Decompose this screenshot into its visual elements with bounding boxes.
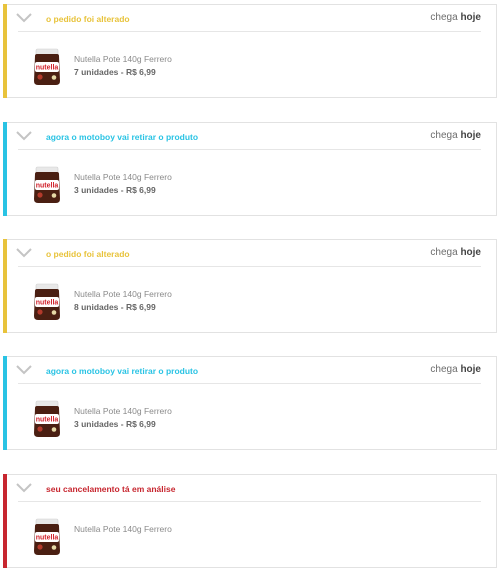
chevron-down-icon[interactable] — [16, 365, 32, 375]
nutella-jar-icon: nutella — [34, 48, 60, 85]
product-quantity-price: 3 unidades - R$ 6,99 — [74, 419, 156, 429]
order-status: agora o motoboy vai retirar o produto — [46, 132, 199, 142]
svg-text:nutella: nutella — [36, 417, 59, 424]
order-card[interactable]: o pedido foi alterado chega hoje nutella… — [3, 4, 497, 98]
divider — [18, 383, 481, 384]
order-list: o pedido foi alterado chega hoje nutella… — [0, 0, 500, 568]
nutella-jar-icon: nutella — [34, 518, 60, 555]
delivery-eta: chega hoje — [430, 12, 481, 23]
product-quantity-price: 3 unidades - R$ 6,99 — [74, 185, 156, 195]
eta-prefix: chega — [430, 247, 458, 258]
chevron-down-icon[interactable] — [16, 131, 32, 141]
divider — [18, 266, 481, 267]
product-name: Nutella Pote 140g Ferrero — [74, 172, 172, 182]
product-name: Nutella Pote 140g Ferrero — [74, 54, 172, 64]
status-color-bar — [3, 474, 7, 568]
eta-day: hoje — [460, 364, 481, 375]
chevron-down-icon[interactable] — [16, 248, 32, 258]
svg-text:nutella: nutella — [36, 183, 59, 190]
order-card[interactable]: seu cancelamento tá em análise nutella N… — [3, 474, 497, 568]
order-status: seu cancelamento tá em análise — [46, 484, 176, 494]
product-quantity-price: 8 unidades - R$ 6,99 — [74, 302, 156, 312]
divider — [18, 31, 481, 32]
chevron-down-icon[interactable] — [16, 13, 32, 23]
delivery-eta: chega hoje — [430, 130, 481, 141]
divider — [18, 149, 481, 150]
order-status: agora o motoboy vai retirar o produto — [46, 366, 199, 376]
chevron-down-icon[interactable] — [16, 483, 32, 493]
nutella-jar-icon: nutella — [34, 166, 60, 203]
eta-day: hoje — [460, 130, 481, 141]
delivery-eta: chega hoje — [430, 364, 481, 375]
product-name: Nutella Pote 140g Ferrero — [74, 406, 172, 416]
svg-text:nutella: nutella — [36, 65, 59, 72]
svg-text:nutella: nutella — [36, 300, 59, 307]
product-quantity-price: 7 unidades - R$ 6,99 — [74, 67, 156, 77]
divider — [18, 501, 481, 502]
order-card[interactable]: agora o motoboy vai retirar o produto ch… — [3, 122, 497, 216]
order-status: o pedido foi alterado — [46, 249, 130, 259]
delivery-eta: chega hoje — [430, 247, 481, 258]
status-color-bar — [3, 356, 7, 450]
status-color-bar — [3, 239, 7, 333]
eta-prefix: chega — [430, 130, 458, 141]
product-name: Nutella Pote 140g Ferrero — [74, 524, 172, 534]
eta-prefix: chega — [430, 12, 458, 23]
eta-prefix: chega — [430, 364, 458, 375]
eta-day: hoje — [460, 247, 481, 258]
product-name: Nutella Pote 140g Ferrero — [74, 289, 172, 299]
eta-day: hoje — [460, 12, 481, 23]
order-card[interactable]: o pedido foi alterado chega hoje nutella… — [3, 239, 497, 333]
svg-text:nutella: nutella — [36, 535, 59, 542]
order-status: o pedido foi alterado — [46, 14, 130, 24]
status-color-bar — [3, 4, 7, 98]
status-color-bar — [3, 122, 7, 216]
nutella-jar-icon: nutella — [34, 283, 60, 320]
order-card[interactable]: agora o motoboy vai retirar o produto ch… — [3, 356, 497, 450]
nutella-jar-icon: nutella — [34, 400, 60, 437]
